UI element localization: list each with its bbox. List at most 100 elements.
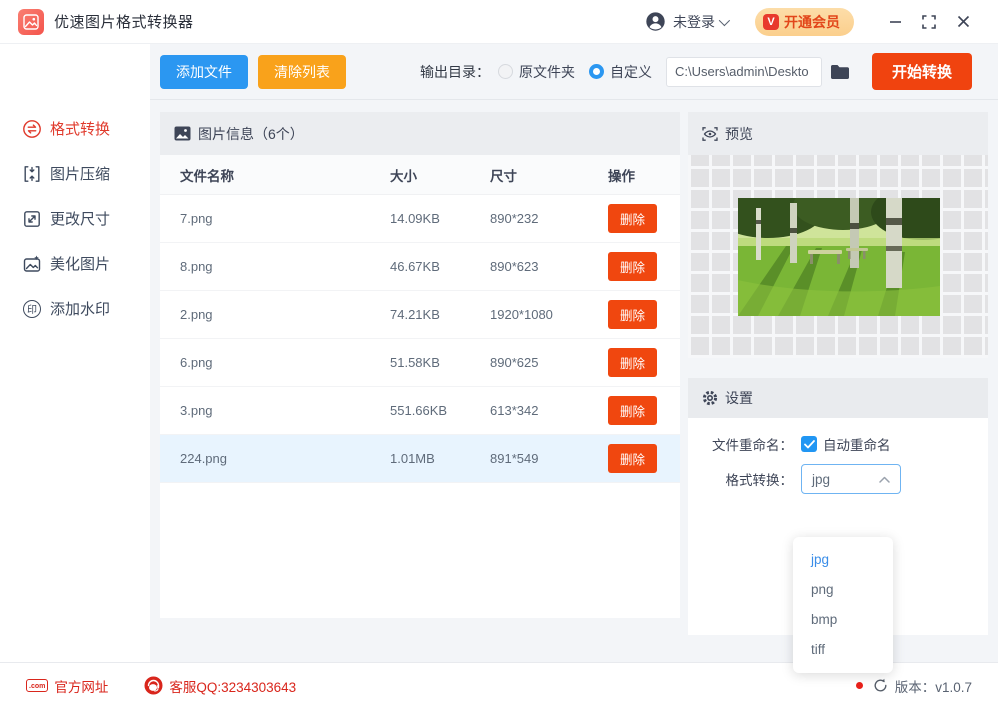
auto-rename-label[interactable]: 自动重命名 xyxy=(823,434,891,454)
table-header: 文件名称 大小 尺寸 操作 xyxy=(160,155,680,195)
table-row[interactable]: 3.png 551.66KB 613*342 删除 xyxy=(160,387,680,435)
settings-header: 设置 xyxy=(688,378,988,418)
sidebar-item-resize[interactable]: 更改尺寸 xyxy=(0,196,150,241)
radio-custom-label[interactable]: 自定义 xyxy=(610,62,652,82)
format-dropdown-menu: jpg png bmp tiff xyxy=(793,537,893,673)
output-dir-label: 输出目录： xyxy=(419,63,490,80)
preview-title: 预览 xyxy=(725,125,753,142)
cell-name: 224.png xyxy=(180,451,227,466)
delete-button[interactable]: 删除 xyxy=(608,444,658,473)
format-select[interactable]: jpg xyxy=(801,464,901,494)
file-list-panel: 图片信息（6个） 文件名称 大小 尺寸 操作 7.png 14.09KB 890*2… xyxy=(160,112,680,618)
file-panel-header: 图片信息（6个） xyxy=(160,112,680,155)
settings-body: 文件重命名： 自动重命名 格式转换： jpg jpg png bmp tiff xyxy=(688,418,988,673)
delete-button[interactable]: 删除 xyxy=(608,300,658,329)
cell-size: 46.67KB xyxy=(390,259,440,274)
beautify-icon xyxy=(22,254,42,274)
vip-badge-icon: V xyxy=(763,13,779,30)
preview-panel: 预览 xyxy=(688,112,988,358)
sidebar: 格式转换 图片压缩 更改尺寸 美化图片 印 添加水印 xyxy=(0,44,150,662)
radio-custom-folder[interactable] xyxy=(588,64,604,79)
cell-name: 6.png xyxy=(180,355,213,370)
app-logo-icon xyxy=(18,8,44,35)
main-content: 添加文件 清除列表 输出目录： 原文件夹 自定义 开始转换 图片信息（6个） 文… xyxy=(150,44,998,673)
sidebar-item-format-convert[interactable]: 格式转换 xyxy=(0,106,150,151)
login-status[interactable]: 未登录 xyxy=(673,12,715,32)
table-body: 7.png 14.09KB 890*232 删除 8.png 46.67KB 890*623… xyxy=(160,195,680,483)
browse-folder-icon[interactable] xyxy=(830,64,850,80)
resize-icon xyxy=(22,209,42,229)
sidebar-item-watermark[interactable]: 印 添加水印 xyxy=(0,286,150,331)
headset-icon xyxy=(144,676,163,695)
open-vip-button[interactable]: V 开通会员 xyxy=(755,7,854,36)
radio-original-label[interactable]: 原文件夹 xyxy=(519,62,575,82)
col-dimensions: 尺寸 xyxy=(490,168,517,184)
rename-label: 文件重命名： xyxy=(712,438,793,453)
maximize-button[interactable] xyxy=(912,7,946,37)
delete-button[interactable]: 删除 xyxy=(608,396,658,425)
toolbar: 添加文件 清除列表 输出目录： 原文件夹 自定义 开始转换 xyxy=(150,44,998,100)
format-option-png[interactable]: png xyxy=(793,575,893,605)
delete-button[interactable]: 删除 xyxy=(608,204,658,233)
cell-dims: 613*342 xyxy=(490,403,539,418)
table-row[interactable]: 8.png 46.67KB 890*623 删除 xyxy=(160,243,680,291)
cell-size: 14.09KB xyxy=(390,211,440,226)
delete-button[interactable]: 删除 xyxy=(608,348,658,377)
table-row[interactable]: 224.png 1.01MB 891*549 删除 xyxy=(160,435,680,483)
gear-icon xyxy=(702,390,718,406)
titlebar: 优速图片格式转换器 未登录 V 开通会员 xyxy=(0,0,998,44)
customer-service-qq[interactable]: 客服QQ:3234303643 xyxy=(144,676,296,696)
add-files-button[interactable]: 添加文件 xyxy=(160,54,248,89)
format-option-bmp[interactable]: bmp xyxy=(793,605,893,635)
cell-size: 551.66KB xyxy=(390,403,448,418)
version-label: 版本：v1.0.7 xyxy=(894,679,972,695)
format-option-tiff[interactable]: tiff xyxy=(793,635,893,665)
cell-dims: 890*623 xyxy=(490,259,539,274)
preview-image xyxy=(738,198,940,316)
table-row[interactable]: 7.png 14.09KB 890*232 删除 xyxy=(160,195,680,243)
minimize-button[interactable] xyxy=(878,7,912,37)
settings-panel: 设置 文件重命名： 自动重命名 格式转换： jpg jpg png bmp tiff xyxy=(688,378,988,673)
chevron-up-icon xyxy=(879,476,890,483)
refresh-icon[interactable] xyxy=(873,678,888,693)
preview-eye-icon xyxy=(702,126,718,142)
cell-name: 2.png xyxy=(180,307,213,322)
col-filename: 文件名称 xyxy=(180,168,234,184)
chevron-down-icon[interactable] xyxy=(718,14,731,26)
app-title: 优速图片格式转换器 xyxy=(54,14,194,31)
sidebar-item-label: 美化图片 xyxy=(50,256,111,273)
cell-name: 3.png xyxy=(180,403,213,418)
table-row[interactable]: 2.png 74.21KB 1920*1080 删除 xyxy=(160,291,680,339)
transparency-checkerboard xyxy=(688,155,988,358)
cell-dims: 890*625 xyxy=(490,355,539,370)
user-avatar-icon xyxy=(646,12,665,31)
customer-service-label: 客服QQ:3234303643 xyxy=(169,679,297,695)
col-actions: 操作 xyxy=(608,168,635,184)
clear-list-button[interactable]: 清除列表 xyxy=(258,54,346,89)
format-convert-icon xyxy=(22,119,42,139)
sidebar-item-label: 图片压缩 xyxy=(50,166,111,183)
cell-size: 1.01MB xyxy=(390,451,435,466)
official-website-link[interactable]: .com 官方网址 xyxy=(26,676,108,696)
radio-original-folder[interactable] xyxy=(497,64,513,79)
preview-header: 预览 xyxy=(688,112,988,155)
sidebar-item-beautify[interactable]: 美化图片 xyxy=(0,241,150,286)
delete-button[interactable]: 删除 xyxy=(608,252,658,281)
cell-dims: 1920*1080 xyxy=(490,307,553,322)
start-convert-button[interactable]: 开始转换 xyxy=(871,53,972,90)
cell-size: 74.21KB xyxy=(390,307,440,322)
sidebar-item-image-compress[interactable]: 图片压缩 xyxy=(0,151,150,196)
cell-name: 8.png xyxy=(180,259,213,274)
settings-title: 设置 xyxy=(725,390,753,406)
vip-label: 开通会员 xyxy=(784,13,840,30)
output-path-input[interactable] xyxy=(665,56,822,87)
sidebar-item-label: 格式转换 xyxy=(50,121,111,138)
sidebar-item-label: 添加水印 xyxy=(50,301,111,318)
close-button[interactable] xyxy=(946,7,980,37)
table-row[interactable]: 6.png 51.58KB 890*625 删除 xyxy=(160,339,680,387)
format-option-jpg[interactable]: jpg xyxy=(793,545,893,575)
cell-dims: 891*549 xyxy=(490,451,539,466)
auto-rename-checkbox[interactable] xyxy=(801,436,817,452)
website-com-icon: .com xyxy=(26,679,49,692)
cell-name: 7.png xyxy=(180,211,213,226)
